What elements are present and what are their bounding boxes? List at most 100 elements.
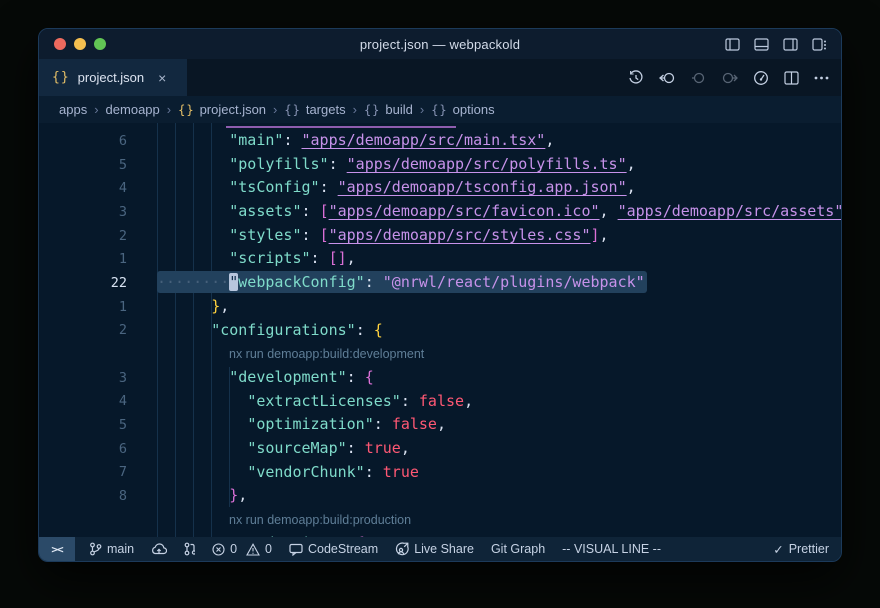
- line-number: 1: [39, 251, 157, 267]
- tab-bar: {} project.json ×: [39, 59, 841, 96]
- file-link[interactable]: "apps/demoapp/tsconfig.app.json": [338, 178, 627, 196]
- line-number: 4: [39, 393, 157, 409]
- line-content: "configurations": {: [157, 319, 841, 343]
- code-line[interactable]: 8 },: [39, 484, 841, 508]
- file-link[interactable]: "apps/demoapp/src/polyfills.ts": [347, 155, 627, 173]
- git-graph-status[interactable]: Git Graph: [491, 542, 545, 556]
- code-line[interactable]: 1 },: [39, 295, 841, 319]
- line-content: "styles": ["apps/demoapp/src/styles.css"…: [157, 224, 841, 248]
- live-share-status[interactable]: Live Share: [395, 542, 474, 556]
- breadcrumb-item-apps[interactable]: apps: [59, 102, 87, 117]
- toggle-primary-sidebar-icon[interactable]: [725, 38, 740, 51]
- gitlens-status-button[interactable]: [184, 542, 195, 556]
- previous-change-disabled-icon: [691, 71, 706, 85]
- line-number: 2: [39, 322, 157, 338]
- file-link[interactable]: "apps/demoapp/src/assets": [618, 202, 841, 220]
- zoom-window-button[interactable]: [94, 38, 106, 50]
- layout-controls: [725, 29, 827, 59]
- toggle-panel-icon[interactable]: [754, 38, 769, 51]
- breadcrumb-item-options[interactable]: {}options: [431, 102, 494, 117]
- remote-indicator[interactable]: ><: [39, 537, 75, 561]
- line-content: nx run demoapp:build:production: [157, 508, 841, 533]
- line-content: ········"webpackConfig": "@nrwl/react/pl…: [157, 271, 841, 295]
- line-content: "production": {: [157, 532, 841, 537]
- run-build-icon[interactable]: [753, 70, 769, 86]
- line-number: 7: [39, 464, 157, 480]
- code-line[interactable]: 4 "tsConfig": "apps/demoapp/tsconfig.app…: [39, 176, 841, 200]
- titlebar: project.json — webpackold: [39, 29, 841, 59]
- line-content: "scripts": [],: [157, 247, 841, 271]
- breadcrumb-item-targets[interactable]: {}targets: [284, 102, 345, 117]
- code-line[interactable]: 2 "configurations": {: [39, 319, 841, 343]
- breadcrumb-separator: ›: [94, 102, 98, 117]
- vim-mode-indicator[interactable]: -- VISUAL LINE --: [562, 542, 661, 556]
- window-controls: [54, 29, 106, 59]
- prettier-status[interactable]: ✓ Prettier: [773, 542, 829, 557]
- customize-layout-icon[interactable]: [812, 38, 827, 51]
- code-line[interactable]: 5 "polyfills": "apps/demoapp/src/polyfil…: [39, 153, 841, 177]
- code-line[interactable]: "production": {: [39, 532, 841, 537]
- line-number: 4: [39, 180, 157, 196]
- git-branch-status[interactable]: main: [89, 542, 134, 556]
- code-line[interactable]: 2 "styles": ["apps/demoapp/src/styles.cs…: [39, 224, 841, 248]
- close-window-button[interactable]: [54, 38, 66, 50]
- timeline-history-icon[interactable]: [628, 70, 644, 86]
- code-line[interactable]: 22········"webpackConfig": "@nrwl/react/…: [39, 271, 841, 295]
- code-line[interactable]: 5 "optimization": false,: [39, 413, 841, 437]
- publish-changes-button[interactable]: [151, 543, 167, 555]
- breadcrumb-item-build[interactable]: {}build: [364, 102, 413, 117]
- check-icon: ✓: [773, 542, 783, 557]
- code-line[interactable]: 3 "assets": ["apps/demoapp/src/favicon.i…: [39, 200, 841, 224]
- file-link[interactable]: "apps/demoapp/src/main.tsx": [302, 131, 546, 149]
- line-number: 6: [39, 441, 157, 457]
- tab-project-json[interactable]: {} project.json ×: [39, 59, 187, 96]
- codestream-status[interactable]: CodeStream: [289, 542, 378, 556]
- line-number: 2: [39, 228, 157, 244]
- more-actions-icon[interactable]: [814, 76, 829, 80]
- line-number: 1: [39, 299, 157, 315]
- previous-change-icon[interactable]: [659, 71, 676, 85]
- code-lens[interactable]: nx run demoapp:build:development: [39, 342, 841, 366]
- problems-status[interactable]: 0 0: [212, 542, 272, 556]
- line-number: 3: [39, 370, 157, 386]
- editor-actions: [628, 59, 829, 96]
- warnings-icon: [246, 543, 260, 556]
- code-line[interactable]: 6 "main": "apps/demoapp/src/main.tsx",: [39, 129, 841, 153]
- breadcrumb-separator: ›: [420, 102, 424, 117]
- object-symbol-icon: {}: [431, 103, 447, 117]
- code-line[interactable]: 1 "scripts": [],: [39, 247, 841, 271]
- line-content: "main": "apps/demoapp/src/main.tsx",: [157, 129, 841, 153]
- toggle-secondary-sidebar-icon[interactable]: [783, 38, 798, 51]
- line-number: 6: [39, 133, 157, 149]
- breadcrumb-item-project-json[interactable]: {}project.json: [178, 102, 266, 117]
- git-pull-request-icon: [184, 542, 195, 556]
- split-editor-icon[interactable]: [784, 71, 799, 85]
- code-line[interactable]: 3 "development": {: [39, 366, 841, 390]
- code-line[interactable]: 6 "sourceMap": true,: [39, 437, 841, 461]
- line-content: "tsConfig": "apps/demoapp/tsconfig.app.j…: [157, 176, 841, 200]
- line-number: 5: [39, 157, 157, 173]
- line-number: 22: [39, 275, 157, 291]
- code-line[interactable]: 7 "vendorChunk": true: [39, 461, 841, 485]
- live-share-icon: [395, 542, 409, 556]
- line-content: "assets": ["apps/demoapp/src/favicon.ico…: [157, 200, 841, 224]
- code-lines: 6 "main": "apps/demoapp/src/main.tsx",5 …: [39, 123, 841, 537]
- breadcrumb-item-demoapp[interactable]: demoapp: [106, 102, 160, 117]
- selection-highlight: ········"webpackConfig": "@nrwl/react/pl…: [157, 271, 647, 293]
- breadcrumb: apps › demoapp › {}project.json › {}targ…: [39, 96, 841, 123]
- comment-discussion-icon: [289, 543, 303, 556]
- file-link[interactable]: "apps/demoapp/src/styles.css": [329, 226, 591, 244]
- editor[interactable]: 6 "main": "apps/demoapp/src/main.tsx",5 …: [39, 123, 841, 537]
- close-tab-icon[interactable]: ×: [158, 70, 166, 86]
- json-file-icon: {}: [52, 70, 70, 85]
- line-content: },: [157, 484, 841, 508]
- line-content: "optimization": false,: [157, 413, 841, 437]
- errors-icon: [212, 543, 225, 556]
- minimize-window-button[interactable]: [74, 38, 86, 50]
- code-line[interactable]: 4 "extractLicenses": false,: [39, 390, 841, 414]
- code-lens[interactable]: nx run demoapp:build:production: [39, 508, 841, 532]
- block-cursor: ": [229, 273, 238, 291]
- line-content: },: [157, 295, 841, 319]
- breadcrumb-separator: ›: [273, 102, 277, 117]
- file-link[interactable]: "apps/demoapp/src/favicon.ico": [329, 202, 600, 220]
